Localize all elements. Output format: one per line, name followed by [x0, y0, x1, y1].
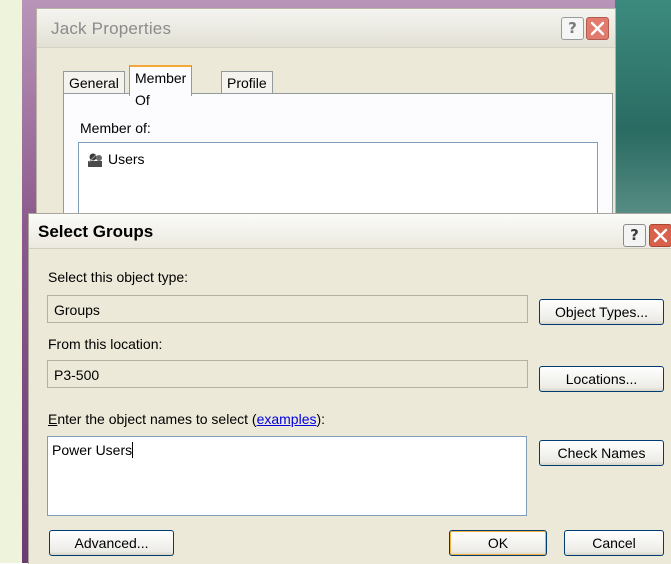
object-type-field: Groups: [47, 295, 528, 323]
location-label: From this location:: [48, 336, 163, 352]
dialog-title: Select Groups: [38, 222, 154, 241]
page-margin: [0, 0, 22, 563]
properties-help-button[interactable]: ?: [561, 17, 584, 40]
cancel-button[interactable]: Cancel: [564, 530, 664, 556]
close-icon: [590, 21, 605, 36]
dialog-title-bar[interactable]: Select Groups ?: [29, 214, 671, 249]
desktop-background-teal: [615, 0, 671, 220]
jack-properties-window: Jack Properties ? General Member Of Prof…: [36, 8, 616, 233]
select-groups-dialog: Select Groups ? Select this object type:…: [28, 213, 671, 564]
object-type-label: Select this object type:: [48, 269, 189, 285]
dialog-help-button[interactable]: ?: [623, 224, 646, 247]
group-icon: [88, 153, 102, 168]
properties-title-bar[interactable]: Jack Properties ?: [37, 9, 615, 48]
advanced-button[interactable]: Advanced...: [49, 530, 174, 556]
location-field: P3-500: [47, 360, 528, 388]
member-of-panel: Member of: Users: [63, 93, 613, 233]
tab-general[interactable]: General: [63, 71, 125, 94]
dialog-close-button[interactable]: [649, 224, 671, 247]
close-icon: [653, 228, 668, 243]
examples-link[interactable]: examples: [257, 411, 317, 427]
ok-button[interactable]: OK: [449, 530, 547, 556]
member-of-label: Member of:: [80, 120, 151, 136]
properties-window-title: Jack Properties: [51, 19, 172, 38]
locations-button[interactable]: Locations...: [539, 366, 664, 392]
member-name: Users: [108, 151, 145, 167]
object-names-label-accesskey: E: [48, 411, 58, 427]
tab-profile[interactable]: Profile: [221, 71, 273, 94]
object-names-label-end: ):: [316, 411, 326, 427]
check-names-button[interactable]: Check Names: [539, 440, 664, 466]
object-names-input[interactable]: Power Users: [47, 436, 527, 516]
tab-member-of[interactable]: Member Of: [129, 65, 193, 108]
list-item[interactable]: Users: [87, 149, 145, 169]
object-names-label: Enter the object names to select (exampl…: [48, 411, 325, 427]
object-types-button[interactable]: Object Types...: [539, 299, 664, 325]
object-names-label-text: nter the object names to select (: [57, 411, 257, 427]
properties-close-button[interactable]: [586, 17, 609, 40]
object-names-value: Power Users: [52, 442, 133, 458]
text-caret: [132, 442, 134, 458]
